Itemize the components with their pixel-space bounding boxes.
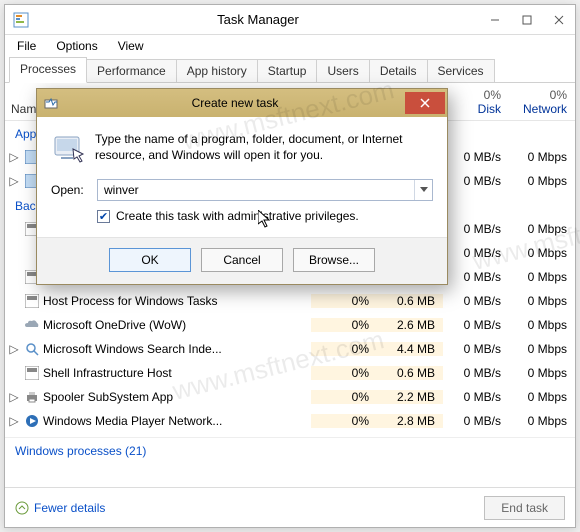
process-icon <box>23 366 41 380</box>
tab-processes[interactable]: Processes <box>9 57 87 83</box>
menu-file[interactable]: File <box>9 37 44 55</box>
printer-icon <box>23 390 41 404</box>
dialog-titlebar: Create new task <box>37 89 447 117</box>
disk-value: 0 MB/s <box>443 150 509 164</box>
group-windows-processes[interactable]: Windows processes (21) <box>5 437 575 462</box>
tab-users[interactable]: Users <box>316 59 369 82</box>
process-row[interactable]: ▷ Microsoft Windows Search Inde... 0% 4.… <box>5 337 575 361</box>
disk-value: 0 MB/s <box>443 246 509 260</box>
checkbox-icon: ✔ <box>97 210 110 223</box>
process-row[interactable]: Shell Infrastructure Host 0% 0.6 MB 0 MB… <box>5 361 575 385</box>
process-name: Spooler SubSystem App <box>41 390 311 404</box>
net-value: 0 Mbps <box>509 366 575 380</box>
process-name: Windows Media Player Network... <box>41 414 311 428</box>
cancel-button[interactable]: Cancel <box>201 248 283 272</box>
search-icon <box>23 342 41 356</box>
ok-button[interactable]: OK <box>109 248 191 272</box>
disk-value: 0 MB/s <box>443 366 509 380</box>
col-network[interactable]: 0% Network <box>509 83 575 120</box>
fewer-details-button[interactable]: Fewer details <box>15 501 105 515</box>
net-value: 0 Mbps <box>509 318 575 332</box>
disk-value: 0 MB/s <box>443 270 509 284</box>
dialog-message: Type the name of a program, folder, docu… <box>95 131 433 165</box>
tab-app-history[interactable]: App history <box>176 59 258 82</box>
dialog-title: Create new task <box>65 96 405 110</box>
net-value: 0 Mbps <box>509 150 575 164</box>
net-value: 0 Mbps <box>509 294 575 308</box>
process-row[interactable]: ▷ Windows Media Player Network... 0% 2.8… <box>5 409 575 433</box>
mem-value: 0.6 MB <box>377 294 443 308</box>
mem-value: 4.4 MB <box>377 342 443 356</box>
tab-details[interactable]: Details <box>369 59 428 82</box>
process-icon <box>23 294 41 308</box>
disk-value: 0 MB/s <box>443 294 509 308</box>
menu-view[interactable]: View <box>110 37 152 55</box>
expand-icon[interactable]: ▷ <box>5 390 23 404</box>
tabs: Processes Performance App history Startu… <box>5 57 575 83</box>
menubar: File Options View <box>5 35 575 57</box>
chevron-up-icon <box>15 501 29 515</box>
process-row[interactable]: ▷ Spooler SubSystem App 0% 2.2 MB 0 MB/s… <box>5 385 575 409</box>
process-name: Host Process for Windows Tasks <box>41 294 311 308</box>
expand-icon[interactable]: ▷ <box>5 150 23 164</box>
process-name: Microsoft OneDrive (WoW) <box>41 318 311 332</box>
disk-value: 0 MB/s <box>443 342 509 356</box>
disk-value: 0 MB/s <box>443 414 509 428</box>
open-input[interactable] <box>98 180 414 200</box>
disk-value: 0 MB/s <box>443 318 509 332</box>
disk-value: 0 MB/s <box>443 390 509 404</box>
cpu-value: 0% <box>311 318 377 332</box>
open-combobox[interactable] <box>97 179 433 201</box>
cpu-value: 0% <box>311 390 377 404</box>
process-name: Microsoft Windows Search Inde... <box>41 342 311 356</box>
process-row[interactable]: Host Process for Windows Tasks 0% 0.6 MB… <box>5 289 575 313</box>
net-value: 0 Mbps <box>509 390 575 404</box>
cpu-value: 0% <box>311 294 377 308</box>
disk-value: 0 MB/s <box>443 222 509 236</box>
end-task-button[interactable]: End task <box>484 496 565 520</box>
net-value: 0 Mbps <box>509 222 575 236</box>
cpu-value: 0% <box>311 342 377 356</box>
cpu-value: 0% <box>311 414 377 428</box>
footer: Fewer details End task <box>5 487 575 527</box>
minimize-button[interactable] <box>479 6 511 34</box>
net-value: 0 Mbps <box>509 270 575 284</box>
process-row[interactable]: Microsoft OneDrive (WoW) 0% 2.6 MB 0 MB/… <box>5 313 575 337</box>
dialog-icon <box>37 96 65 110</box>
expand-icon[interactable]: ▷ <box>5 174 23 188</box>
expand-icon[interactable]: ▷ <box>5 414 23 428</box>
dialog-close-button[interactable] <box>405 92 445 114</box>
expand-icon[interactable]: ▷ <box>5 342 23 356</box>
onedrive-icon <box>23 319 41 331</box>
app-icon <box>5 12 37 28</box>
close-button[interactable] <box>543 6 575 34</box>
tab-services[interactable]: Services <box>427 59 495 82</box>
browse-button[interactable]: Browse... <box>293 248 375 272</box>
open-label: Open: <box>51 183 89 197</box>
window-title: Task Manager <box>37 12 479 27</box>
net-value: 0 Mbps <box>509 246 575 260</box>
net-value: 0 Mbps <box>509 174 575 188</box>
mem-value: 2.2 MB <box>377 390 443 404</box>
cpu-value: 0% <box>311 366 377 380</box>
col-disk[interactable]: 0% Disk <box>443 83 509 120</box>
net-value: 0 Mbps <box>509 342 575 356</box>
run-icon <box>51 131 85 165</box>
maximize-button[interactable] <box>511 6 543 34</box>
tab-performance[interactable]: Performance <box>86 59 177 82</box>
net-value: 0 Mbps <box>509 414 575 428</box>
titlebar: Task Manager <box>5 5 575 35</box>
mem-value: 2.6 MB <box>377 318 443 332</box>
checkbox-label: Create this task with administrative pri… <box>116 209 359 223</box>
chevron-down-icon[interactable] <box>414 180 432 200</box>
process-name: Shell Infrastructure Host <box>41 366 311 380</box>
wmp-icon <box>23 414 41 428</box>
disk-value: 0 MB/s <box>443 174 509 188</box>
create-new-task-dialog: Create new task Type the name of a progr… <box>36 88 448 285</box>
mem-value: 2.8 MB <box>377 414 443 428</box>
mem-value: 0.6 MB <box>377 366 443 380</box>
admin-privileges-checkbox[interactable]: ✔ Create this task with administrative p… <box>51 209 433 223</box>
tab-startup[interactable]: Startup <box>257 59 318 82</box>
menu-options[interactable]: Options <box>48 37 105 55</box>
